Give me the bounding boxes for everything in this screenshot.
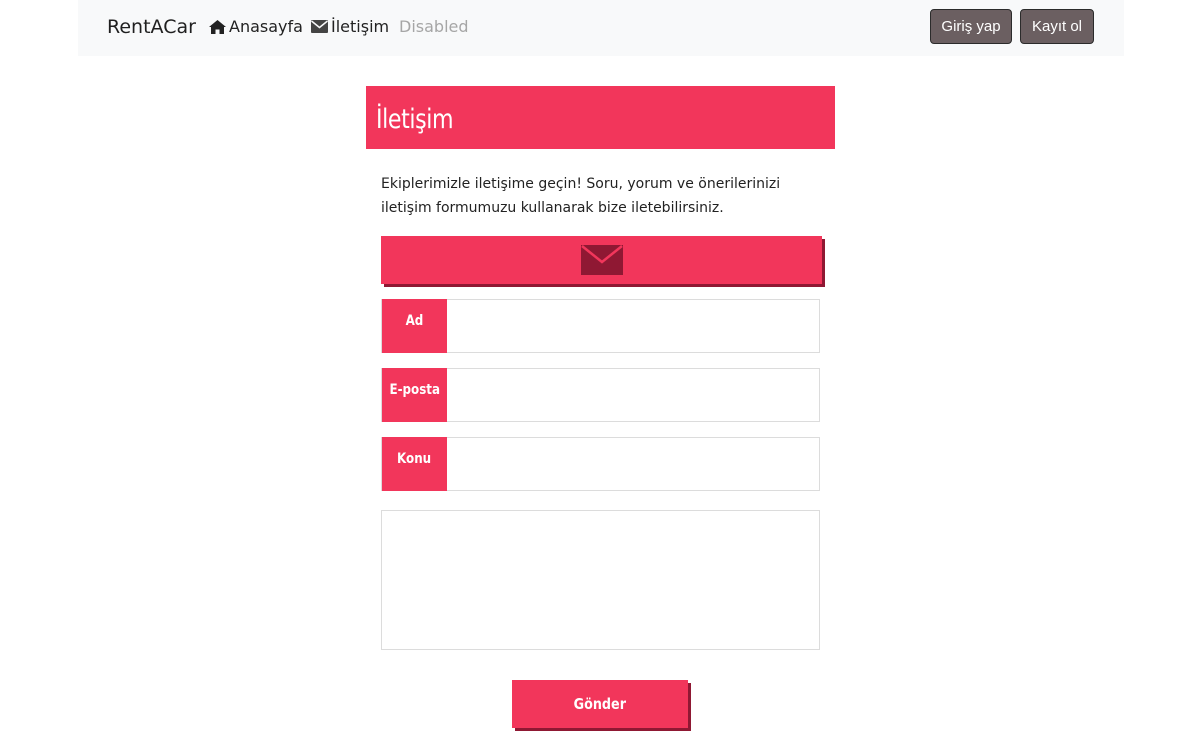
subject-field-label: Konu	[382, 437, 447, 491]
subject-input[interactable]	[447, 438, 819, 490]
page-title: İletişim	[376, 104, 454, 135]
name-input[interactable]	[447, 300, 819, 352]
envelope-icon	[311, 20, 328, 33]
register-button[interactable]: Kayıt ol	[1020, 9, 1094, 44]
subject-field-row: Konu	[381, 437, 820, 491]
submit-button[interactable]: Gönder	[512, 680, 688, 728]
intro-text: Ekiplerimizle iletişime geçin! Soru, yor…	[381, 176, 781, 216]
page-title-banner: İletişim	[366, 86, 835, 149]
email-field-row: E-posta	[381, 368, 820, 422]
login-button[interactable]: Giriş yap	[930, 9, 1012, 44]
nav-link-contact-label: İletişim	[331, 17, 390, 36]
brand-logo[interactable]: RentACar	[107, 16, 196, 38]
nav-link-disabled: Disabled	[399, 17, 469, 36]
email-input[interactable]	[447, 369, 819, 421]
nav-link-home[interactable]: Anasayfa	[209, 17, 303, 36]
name-field-label: Ad	[382, 299, 447, 353]
mail-banner	[381, 236, 822, 284]
home-icon	[209, 19, 226, 34]
envelope-icon	[580, 245, 623, 275]
message-textarea[interactable]	[381, 510, 820, 650]
nav-link-home-label: Anasayfa	[229, 17, 303, 36]
navbar: RentACar Anasayfa İletişim Disabled Giri…	[78, 0, 1124, 56]
nav-link-contact[interactable]: İletişim	[311, 17, 389, 36]
email-field-label: E-posta	[382, 368, 447, 422]
name-field-row: Ad	[381, 299, 820, 353]
submit-button-label: Gönder	[573, 695, 627, 713]
